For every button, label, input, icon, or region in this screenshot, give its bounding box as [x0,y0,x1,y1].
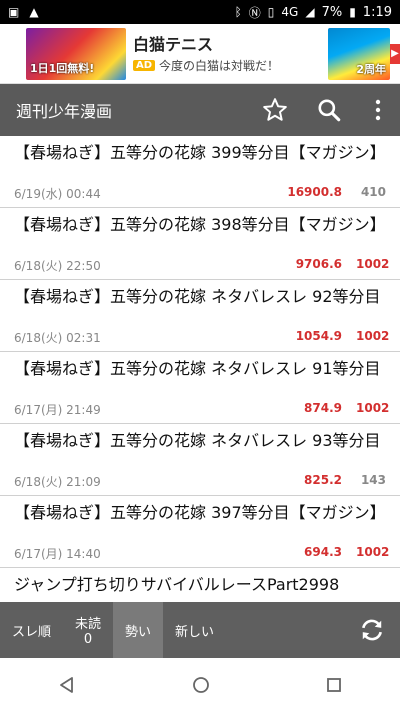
battery-icon: ▮ [349,5,356,19]
status-bar: ▣ ▲ ᛒ Ⓝ ▯ 4G ◢ 7% ▮ 1:19 [0,0,400,24]
more-vert-icon [375,99,381,121]
ad-banner[interactable]: 1日1回無料! 白猫テニス AD 今度の白猫は対戦だ！ 2周年 ▶ [0,24,400,84]
tab-ikioi[interactable]: 勢い [113,602,164,658]
thread-date: 6/17(月) 14:40 [14,547,101,561]
signal-icon: ◢ [305,5,315,19]
thread-res-count: 410 [360,185,386,199]
ad-badge: AD [133,60,156,71]
thread-res-count: 1002 [356,545,390,559]
thread-item[interactable]: 【春場ねぎ】五等分の花嫁 399等分目【マガジン】 6/19(水) 00:44 … [0,136,400,208]
ad-subtitle[interactable]: AD 今度の白猫は対戦だ！ [133,57,279,74]
back-icon[interactable] [57,675,77,695]
clock: 1:19 [362,4,392,20]
thread-title: 【春場ねぎ】五等分の花嫁 397等分目【マガジン】 [14,503,386,522]
tab-thread-order[interactable]: スレ順 [0,602,63,658]
refresh-button[interactable] [344,602,400,658]
thread-title: 【春場ねぎ】五等分の花嫁 ネタバレスレ 91等分目 [14,359,381,378]
thread-ikioi: 825.2 [304,473,342,487]
thread-item[interactable]: 【春場ねぎ】五等分の花嫁 397等分目【マガジン】 6/17(月) 14:40 … [0,496,400,568]
image-notification-icon: ▲ [29,5,39,19]
thread-res-count: 143 [360,473,386,487]
ad-image-left[interactable]: 1日1回無料! [26,28,126,80]
system-nav-bar [0,658,400,711]
thread-item[interactable]: 【春場ねぎ】五等分の花嫁 ネタバレスレ 93等分目 6/18(火) 21:09 … [0,424,400,496]
thread-item[interactable]: 【春場ねぎ】五等分の花嫁 398等分目【マガジン】 6/18(火) 22:50 … [0,208,400,280]
ad-title[interactable]: 白猫テニス [133,31,213,55]
vibrate-icon: ▯ [267,5,275,19]
thread-ikioi: 874.9 [304,401,342,415]
recents-icon[interactable] [325,676,343,694]
thread-item[interactable]: 【春場ねぎ】五等分の花嫁 ネタバレスレ 92等分目 6/18(火) 02:31 … [0,280,400,352]
notification-icon: ▣ [8,5,20,19]
home-icon[interactable] [191,675,211,695]
thread-date: 6/18(火) 22:50 [14,259,101,273]
network-type: 4G [281,5,299,19]
app-bar: 週刊少年漫画 [0,84,400,136]
thread-title: 【春場ねぎ】五等分の花嫁 398等分目【マガジン】 [14,215,386,234]
thread-title: 【春場ねぎ】五等分の花嫁 399等分目【マガジン】 [14,143,386,162]
search-icon [318,99,341,122]
thread-ikioi: 16900.8 [287,185,342,199]
thread-ikioi: 1054.9 [295,329,342,343]
board-title: 週刊少年漫画 [16,102,113,121]
thread-date: 6/18(火) 02:31 [14,331,101,345]
sort-toolbar: スレ順 未読 0 勢い 新しい [0,602,400,658]
thread-ikioi: 694.3 [304,545,342,559]
thread-title: 【春場ねぎ】五等分の花嫁 ネタバレスレ 92等分目 [14,287,381,306]
unread-count: 0 [83,632,93,647]
star-icon [263,98,287,121]
thread-list[interactable]: 【春場ねぎ】五等分の花嫁 399等分目【マガジン】 6/19(水) 00:44 … [0,136,400,602]
thread-ikioi: 9706.6 [295,257,342,271]
thread-item[interactable]: 【春場ねぎ】五等分の花嫁 ネタバレスレ 91等分目 6/17(月) 21:49 … [0,352,400,424]
battery-percent: 7% [321,4,343,20]
thread-res-count: 1002 [356,257,390,271]
refresh-icon [362,619,382,641]
thread-date: 6/18(火) 21:09 [14,475,101,489]
thread-date: 6/19(水) 00:44 [14,187,101,201]
thread-item[interactable]: ジャンプ打ち切りサバイバルレースPart2998 [0,568,400,602]
thread-title: 【春場ねぎ】五等分の花嫁 ネタバレスレ 93等分目 [14,431,381,450]
favorite-button[interactable] [248,84,302,136]
thread-date: 6/17(月) 21:49 [14,403,101,417]
thread-res-count: 1002 [356,401,390,415]
thread-res-count: 1002 [356,329,390,343]
bluetooth-icon: ᛒ [234,5,242,19]
more-button[interactable] [356,84,400,136]
nfc-icon: Ⓝ [248,5,261,20]
search-button[interactable] [302,84,356,136]
tab-new[interactable]: 新しい [163,602,226,658]
tab-unread[interactable]: 未読 0 [63,602,113,658]
ad-image-right[interactable]: 2周年 [328,28,390,80]
ad-arrow-icon[interactable]: ▶ [390,44,400,64]
thread-title: ジャンプ打ち切りサバイバルレースPart2998 [14,575,340,594]
